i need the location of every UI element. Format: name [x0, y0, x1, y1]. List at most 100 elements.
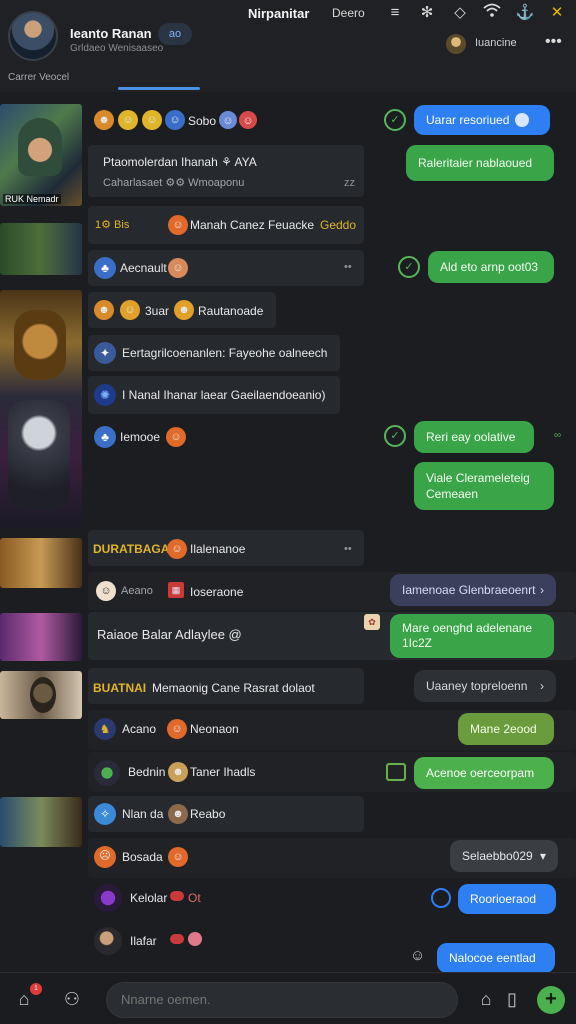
outgoing-message[interactable]: Viale Clerameleteig Cemeaen	[414, 462, 554, 510]
reaction-icon[interactable]: ☺	[166, 427, 186, 447]
outgoing-message[interactable]: Roorioeraod	[458, 884, 556, 914]
outgoing-message[interactable]: Raleritaier nablaoued	[406, 145, 554, 181]
mode-label[interactable]: Deero	[332, 6, 365, 20]
message-tag: DURATBAGAI	[93, 542, 173, 556]
close-icon[interactable]: ✕	[546, 2, 568, 24]
reaction-icon[interactable]	[170, 891, 184, 901]
game-thumbnail[interactable]: RUK Nemadr	[0, 104, 82, 206]
message-text: Taner Ihadls	[190, 765, 256, 779]
reaction-icon[interactable]	[170, 934, 184, 944]
reaction-icon[interactable]: ☺	[118, 110, 138, 130]
reaction-icon[interactable]: ☻	[168, 762, 188, 782]
wifi-icon[interactable]	[481, 2, 503, 24]
outgoing-message[interactable]: Nalocoe eentlad	[437, 943, 555, 973]
user-icon[interactable]: ♣	[94, 257, 116, 279]
reaction-icon[interactable]: ☺	[167, 539, 187, 559]
outgoing-message[interactable]: Mane 2eood	[458, 713, 554, 745]
message-text: Mare oenghd adelenane 1Ic2Z	[402, 621, 533, 650]
reaction-icon[interactable]: ☺	[239, 111, 257, 129]
game-thumbnail[interactable]	[0, 223, 82, 275]
game-thumbnail[interactable]	[0, 671, 82, 719]
user-icon[interactable]: ✦	[94, 342, 116, 364]
menu-icon[interactable]: ≡	[384, 2, 406, 24]
message-text: Neonaon	[190, 722, 239, 736]
chevron-down-icon[interactable]: ▾	[540, 849, 546, 863]
reaction-icon[interactable]: ☺	[168, 215, 188, 235]
message-text: Raleritaier nablaoued	[418, 156, 533, 170]
game-thumbnail[interactable]	[0, 613, 82, 661]
avatar[interactable]: ☺	[96, 581, 116, 601]
game-thumbnail[interactable]	[0, 538, 82, 588]
more-options-icon[interactable]: ••	[344, 543, 352, 555]
notification-badge: 1	[30, 983, 42, 995]
user-avatar[interactable]	[94, 927, 122, 955]
outgoing-message[interactable]: Acenoe oerceorpam	[414, 757, 554, 789]
message-text: Sobo	[188, 114, 217, 128]
game-thumbnail[interactable]	[0, 797, 82, 847]
reaction-icon[interactable]: ☺	[168, 847, 188, 867]
message-text: Iemooe	[120, 430, 161, 444]
read-check-icon: ✓	[384, 109, 406, 131]
reaction-icon[interactable]: ☺	[168, 258, 188, 278]
user-avatar[interactable]	[94, 884, 122, 912]
message-subtext: Caharlasaet ⚙⚙ Wmoaponu	[103, 177, 245, 189]
document-icon[interactable]: ▯	[500, 987, 524, 1011]
user-avatar[interactable]	[94, 760, 120, 786]
message-text: Eertagrilcoenanlen: Fayeohe oalneech	[122, 346, 328, 360]
username-label[interactable]: Iuancine	[475, 37, 517, 49]
reaction-icon[interactable]: ☹	[94, 846, 116, 868]
reaction-icon[interactable]: ☺	[142, 110, 162, 130]
profile-avatar[interactable]	[8, 11, 58, 61]
profile-icon[interactable]: ⚇	[60, 987, 84, 1011]
user-avatar[interactable]	[446, 34, 466, 54]
message-text: Reri eay oolative	[426, 430, 516, 444]
chevron-right-icon[interactable]: ›	[540, 679, 544, 693]
message-text: Viale Clerameleteig Cemeaen	[426, 471, 530, 501]
message-time: zz	[344, 177, 355, 189]
status-pill[interactable]: ao	[158, 23, 192, 45]
anchor-icon[interactable]: ⚓	[514, 2, 536, 24]
message-row[interactable]	[88, 145, 364, 197]
user-icon[interactable]: ♣	[94, 426, 116, 448]
message-text: Ilalenanoe	[190, 542, 246, 556]
message-subtext: Aeano	[121, 585, 153, 597]
user-icon[interactable]: ✺	[94, 384, 116, 406]
message-text: Nlan da	[122, 807, 164, 821]
chevron-right-icon[interactable]: ›	[540, 583, 544, 597]
more-options-icon[interactable]: ••	[344, 261, 352, 273]
outgoing-message[interactable]: Mare oenghd adelenane 1Ic2Z	[390, 614, 554, 658]
settings-icon[interactable]: ✻	[416, 2, 438, 24]
attachment-icon[interactable]	[386, 763, 406, 781]
reaction-icon[interactable]: ☺	[165, 110, 185, 130]
read-check-icon: ✓	[398, 256, 420, 278]
reaction-icon[interactable]: ☺	[167, 719, 187, 739]
composer-bar: ⌂ 1 ⚇ ⌂ ▯ +	[0, 972, 576, 1024]
reaction-icon[interactable]: ☻	[168, 804, 188, 824]
message-input[interactable]	[106, 982, 458, 1018]
emoji-icon[interactable]: ☺	[410, 947, 425, 964]
reaction-icon[interactable]: ☺	[120, 300, 140, 320]
sticker-icon[interactable]: ✿	[364, 614, 380, 630]
user-icon[interactable]: ♞	[94, 718, 116, 740]
outgoing-message[interactable]: Ald eto arnp oot03	[428, 251, 554, 283]
message-tag: Geddo	[320, 218, 357, 232]
outgoing-message[interactable]: Iamenoae Glenbraeoenrt ›	[390, 574, 556, 606]
status-dropdown[interactable]: Selaebbo029 ▾	[450, 840, 558, 872]
reaction-icon[interactable]: ☺	[219, 111, 237, 129]
reaction-icon[interactable]: ☻	[174, 300, 194, 320]
reaction-icon[interactable]	[188, 932, 202, 946]
message-text: Ptaomolerdan Ihanah ⚘ AYA	[103, 155, 257, 169]
message-text: Mane 2eood	[470, 722, 537, 736]
diamond-icon[interactable]: ◇	[449, 2, 471, 24]
tab-channel[interactable]: Carrer Veocel	[8, 72, 69, 83]
user-icon[interactable]: ✧	[94, 803, 116, 825]
add-button[interactable]: +	[537, 986, 565, 1014]
game-thumbnail[interactable]	[0, 290, 82, 528]
reaction-icon[interactable]: ☻	[94, 110, 114, 130]
outgoing-message[interactable]: Uaaney topreloenn ›	[414, 670, 556, 702]
outgoing-message[interactable]: Uarar resoriued	[414, 105, 550, 135]
outgoing-message[interactable]: Reri eay oolative	[414, 421, 534, 453]
more-options-icon[interactable]: •••	[545, 33, 562, 51]
lock-icon[interactable]: ⌂	[474, 987, 498, 1011]
reaction-icon[interactable]: ☻	[94, 300, 114, 320]
